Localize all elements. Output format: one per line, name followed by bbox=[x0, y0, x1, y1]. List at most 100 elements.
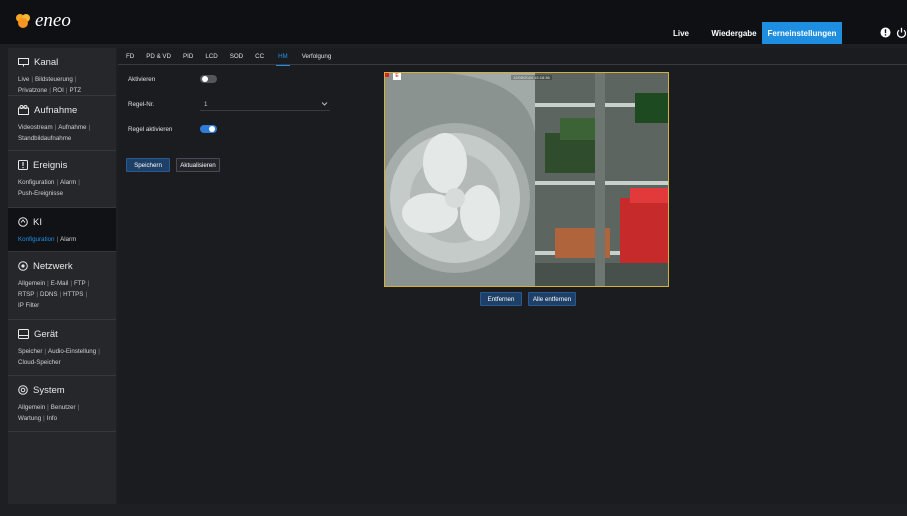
tab-fd[interactable]: FD bbox=[126, 48, 134, 65]
sidebar-link-rtsp[interactable]: RTSP bbox=[18, 291, 34, 298]
tab-pd-vd[interactable]: PD & VD bbox=[146, 48, 171, 65]
sidebar-links-netzwerk: Allgemein | E-Mail | FTP | RTSP | DDNS | HTTPS | I… bbox=[18, 280, 90, 309]
remove-all-button[interactable]: Alle entfernen bbox=[528, 292, 576, 306]
rule-no-select[interactable]: 1 bbox=[200, 98, 330, 111]
sidebar-link-aufnahme[interactable]: Aufnahme bbox=[58, 124, 86, 131]
sidebar-links-kanal: Live | Bildsteuerung | Privatzone | ROI | PTZ bbox=[18, 76, 82, 94]
sidebar-title-kanal[interactable]: Kanal bbox=[18, 54, 110, 70]
eneo-logo-icon bbox=[16, 14, 30, 28]
power-icon[interactable] bbox=[896, 27, 907, 38]
sidebar-section-geraet: Gerät Speicher | Audio-Einstellung | Cloud-… bbox=[8, 320, 116, 376]
video-preview[interactable]: E 12/05/2024 15:18:36 bbox=[384, 72, 669, 287]
sidebar-link-https[interactable]: HTTPS bbox=[63, 291, 83, 298]
sidebar-title-ki[interactable]: KI bbox=[18, 214, 110, 230]
nav-playback[interactable]: Wiedergabe bbox=[704, 22, 764, 44]
save-button[interactable]: Speichern bbox=[126, 158, 170, 172]
sidebar-link-alarm[interactable]: Alarm bbox=[60, 179, 76, 186]
sidebar-link-videostream[interactable]: Videostream bbox=[18, 124, 53, 131]
top-bar: eneo Live Wiedergabe Ferneinstellungen bbox=[0, 0, 907, 44]
zone-marker-icon bbox=[385, 73, 389, 77]
sidebar-title-ereignis[interactable]: Ereignis bbox=[18, 157, 110, 173]
sidebar-link-bildsteuerung[interactable]: Bildsteuerung bbox=[35, 76, 73, 83]
rule-no-label: Regel-Nr. bbox=[128, 101, 155, 108]
sidebar-link-privatzone[interactable]: Privatzone bbox=[18, 87, 47, 94]
ai-icon bbox=[18, 217, 28, 227]
activate-label: Aktivieren bbox=[128, 76, 156, 83]
sidebar-links-ereignis: Konfiguration | Alarm | Push-Ereignisse bbox=[18, 179, 80, 197]
sidebar-link-audio[interactable]: Audio-Einstellung bbox=[48, 348, 96, 355]
sidebar-link-email[interactable]: E-Mail bbox=[51, 280, 69, 287]
sidebar-link-benutzer[interactable]: Benutzer bbox=[51, 404, 76, 411]
sidebar-section-ereignis: Ereignis Konfiguration | Alarm | Push-Ereig… bbox=[8, 151, 116, 208]
nav-live[interactable]: Live bbox=[666, 22, 696, 44]
tab-pid[interactable]: PID bbox=[183, 48, 193, 65]
ai-tabs: FD PD & VD PID LCD SOD CC HM Verfolgung bbox=[118, 48, 907, 66]
activate-toggle[interactable] bbox=[200, 75, 217, 83]
tab-cc[interactable]: CC bbox=[255, 48, 264, 65]
tab-sod[interactable]: SOD bbox=[230, 48, 243, 65]
sidebar-link-cloud[interactable]: Cloud-Speicher bbox=[18, 359, 61, 366]
device-icon bbox=[18, 329, 29, 339]
info-icon[interactable] bbox=[880, 27, 891, 38]
sidebar-links-geraet: Speicher | Audio-Einstellung | Cloud-Speich… bbox=[18, 348, 100, 366]
sidebar-section-netzwerk: Netzwerk Allgemein | E-Mail | FTP | RTSP | DDNS… bbox=[8, 252, 116, 320]
sidebar-title-system-label: System bbox=[33, 384, 65, 396]
sidebar-link-ftp[interactable]: FTP bbox=[74, 280, 86, 287]
sidebar-links-aufnahme: Videostream | Aufnahme | Standbildaufnahme bbox=[18, 124, 91, 142]
system-icon bbox=[18, 385, 28, 395]
event-icon bbox=[18, 160, 28, 170]
sidebar-link-ki-alarm[interactable]: Alarm bbox=[60, 236, 76, 243]
brand-logo: eneo bbox=[14, 10, 71, 32]
brand-name: eneo bbox=[35, 10, 71, 31]
record-icon bbox=[18, 105, 29, 115]
sidebar-link-live[interactable]: Live bbox=[18, 76, 29, 83]
sidebar-link-roi[interactable]: ROI bbox=[53, 87, 64, 94]
sidebar-title-ki-label: KI bbox=[33, 216, 42, 228]
sidebar-title-netzwerk-label: Netzwerk bbox=[33, 260, 73, 272]
sidebar-link-ki-konfiguration[interactable]: Konfiguration bbox=[18, 236, 54, 243]
sidebar-link-konfiguration[interactable]: Konfiguration bbox=[18, 179, 54, 186]
sidebar-title-netzwerk[interactable]: Netzwerk bbox=[18, 258, 110, 274]
video-timestamp: 12/05/2024 15:18:36 bbox=[511, 75, 552, 80]
sidebar-title-aufnahme-label: Aufnahme bbox=[34, 104, 78, 116]
sidebar-link-standbild[interactable]: Standbildaufnahme bbox=[18, 135, 71, 142]
channel-icon bbox=[18, 57, 29, 66]
sidebar-title-system[interactable]: System bbox=[18, 382, 110, 398]
sidebar-link-sys-allgemein[interactable]: Allgemein bbox=[18, 404, 45, 411]
tab-hm[interactable]: HM bbox=[276, 48, 290, 66]
sidebar: Kanal Live | Bildsteuerung | Privatzone | ROI… bbox=[8, 48, 116, 504]
sidebar-title-ereignis-label: Ereignis bbox=[33, 159, 68, 171]
sidebar-links-ki: Konfiguration | Alarm bbox=[18, 236, 77, 243]
sidebar-link-ipfilter[interactable]: IP Filter bbox=[18, 302, 39, 309]
sidebar-section-aufnahme: Aufnahme Videostream | Aufnahme | Standbild… bbox=[8, 96, 116, 151]
sidebar-link-ptz[interactable]: PTZ bbox=[69, 87, 81, 94]
bottom-bar bbox=[8, 504, 907, 516]
network-icon bbox=[18, 261, 28, 271]
sidebar-title-aufnahme[interactable]: Aufnahme bbox=[18, 102, 110, 118]
rule-active-label: Regel aktivieren bbox=[128, 126, 173, 133]
sidebar-link-wartung[interactable]: Wartung bbox=[18, 415, 41, 422]
tab-lcd[interactable]: LCD bbox=[205, 48, 217, 65]
main-panel: FD PD & VD PID LCD SOD CC HM Verfolgung … bbox=[118, 48, 907, 504]
rule-active-toggle[interactable] bbox=[200, 125, 217, 133]
sidebar-link-push[interactable]: Push-Ereignisse bbox=[18, 190, 63, 197]
camera-image bbox=[385, 73, 668, 286]
sidebar-title-geraet-label: Gerät bbox=[34, 328, 58, 340]
sidebar-link-speicher[interactable]: Speicher bbox=[18, 348, 42, 355]
sidebar-link-allgemein[interactable]: Allgemein bbox=[18, 280, 45, 287]
sidebar-title-kanal-label: Kanal bbox=[34, 56, 59, 68]
top-icons bbox=[880, 27, 907, 38]
remove-button[interactable]: Entfernen bbox=[480, 292, 522, 306]
refresh-button[interactable]: Aktualisieren bbox=[176, 158, 220, 172]
rule-no-value: 1 bbox=[204, 100, 208, 108]
sidebar-section-kanal: Kanal Live | Bildsteuerung | Privatzone | ROI… bbox=[8, 48, 116, 96]
nav-remote-settings[interactable]: Ferneinstellungen bbox=[762, 22, 842, 44]
sidebar-section-system: System Allgemein | Benutzer | Wartung | Info bbox=[8, 376, 116, 432]
chevron-down-icon bbox=[321, 102, 328, 106]
zone-handle-icon[interactable]: E bbox=[393, 73, 401, 80]
sidebar-title-geraet[interactable]: Gerät bbox=[18, 326, 110, 342]
sidebar-section-ki: KI Konfiguration | Alarm bbox=[8, 208, 116, 252]
sidebar-link-ddns[interactable]: DDNS bbox=[40, 291, 58, 298]
sidebar-link-info[interactable]: Info bbox=[47, 415, 57, 422]
tab-verfolgung[interactable]: Verfolgung bbox=[302, 48, 332, 65]
